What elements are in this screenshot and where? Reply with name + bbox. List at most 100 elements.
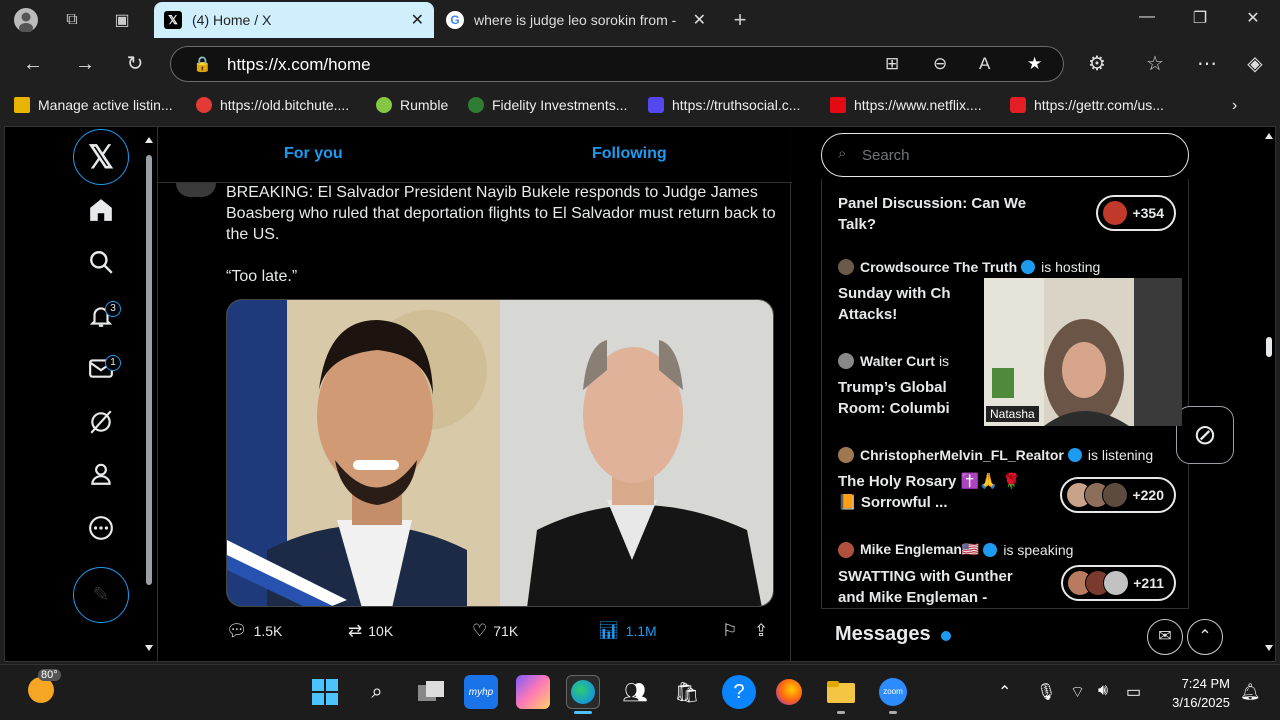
bookmark-netflix[interactable]: https://www.netflix.... xyxy=(830,97,982,113)
zoom-icon[interactable]: ⊖ xyxy=(933,54,947,74)
profile-icon[interactable] xyxy=(12,6,40,34)
file-explorer-icon[interactable] xyxy=(824,675,858,709)
volume-icon[interactable]: 🔊︎ xyxy=(1098,682,1108,700)
task-view-icon[interactable] xyxy=(414,675,448,709)
microsoft-store-icon[interactable]: 🛍︎ xyxy=(670,675,704,709)
refresh-button[interactable]: ↻ xyxy=(122,52,148,76)
new-tab-button[interactable]: + xyxy=(726,6,754,34)
scroll-up-arrow[interactable] xyxy=(1265,133,1273,139)
avatar xyxy=(838,259,854,275)
space-item[interactable]: Mike Engleman🇺🇸 is speaking SWATTING with… xyxy=(838,541,1178,608)
tweet-author-avatar[interactable] xyxy=(176,183,216,197)
tab-following[interactable]: Following xyxy=(592,145,667,163)
zoom-icon[interactable]: zoom xyxy=(876,675,910,709)
space-item[interactable]: ChristopherMelvin_FL_Realtor is listening… xyxy=(838,447,1178,513)
read-aloud-icon[interactable]: A xyxy=(979,54,990,74)
profile-icon[interactable] xyxy=(84,461,118,495)
explore-search-icon[interactable] xyxy=(84,249,118,283)
post-compose-button[interactable]: ✎ xyxy=(73,567,129,623)
space-listeners-pill[interactable]: +211 xyxy=(1061,565,1176,601)
avatar xyxy=(838,447,854,463)
extensions-icon[interactable]: ⚙ xyxy=(1084,52,1110,76)
close-tab-icon[interactable]: ✕ xyxy=(693,10,706,30)
firefox-icon[interactable] xyxy=(772,675,806,709)
tweet-image[interactable] xyxy=(226,299,774,607)
reply-button[interactable]: 💬︎ 1.5K xyxy=(226,621,282,641)
more-options-icon[interactable] xyxy=(84,515,118,549)
home-icon[interactable] xyxy=(84,197,118,231)
more-menu-icon[interactable]: ⋯ xyxy=(1194,52,1220,76)
tab-actions-icon[interactable]: ▣ xyxy=(108,6,136,34)
views-button[interactable]: 📊︎ 1.1M xyxy=(598,621,657,641)
bookmark-ebay[interactable]: Manage active listin... xyxy=(14,97,173,113)
space-listeners-pill[interactable]: +354 xyxy=(1096,195,1176,231)
grok-floating-button[interactable]: ⊘ xyxy=(1176,406,1234,464)
repost-button[interactable]: ⇄ 10K xyxy=(348,621,393,641)
space-title: SWATTING with Gunther and Mike Engleman … xyxy=(838,568,1013,606)
browser-window: ⧉ ▣ 𝕏 (4) Home / X ✕ G where is judge le… xyxy=(0,0,1280,664)
bookmark-icon xyxy=(196,97,212,113)
copilot-icon[interactable]: ◈ xyxy=(1242,52,1268,76)
restore-button[interactable]: ❐ xyxy=(1185,8,1215,28)
bookmarks-overflow-icon[interactable]: › xyxy=(1232,97,1237,115)
forward-button[interactable]: → xyxy=(72,52,98,76)
app-available-icon[interactable]: ⊞ xyxy=(885,54,899,74)
favorites-icon[interactable]: ☆ xyxy=(1142,52,1168,76)
microphone-icon[interactable]: 🎙︎ xyxy=(1036,682,1056,702)
space-item[interactable]: Panel Discussion: Can We Talk? +354 xyxy=(838,193,1178,235)
address-bar[interactable]: 🔒 https://x.com/home ⊞ ⊖ A ★ xyxy=(170,46,1064,82)
clock[interactable]: 7:24 PM 3/16/2025 xyxy=(1172,674,1230,712)
get-help-icon[interactable]: ? xyxy=(722,675,756,709)
bookmark-truthsocial[interactable]: https://truthsocial.c... xyxy=(648,97,800,113)
search-input[interactable]: ⌕ Search xyxy=(821,133,1189,177)
tab-x-home[interactable]: 𝕏 (4) Home / X ✕ xyxy=(154,2,434,38)
battery-icon[interactable]: ▭ xyxy=(1126,682,1141,702)
back-button[interactable]: ← xyxy=(20,52,46,76)
grok-icon[interactable] xyxy=(84,409,118,443)
scrollbar-thumb[interactable] xyxy=(1266,337,1272,357)
bookmark-button[interactable]: ⚐ xyxy=(722,621,743,641)
teams-icon[interactable]: 👥︎ xyxy=(618,675,652,709)
notification-center-icon[interactable]: 🔔︎ xyxy=(1240,682,1260,702)
x-logo-icon[interactable]: 𝕏 xyxy=(73,129,129,185)
navigation-bar: ← → ↻ 🔒 https://x.com/home ⊞ ⊖ A ★ ⚙ ☆ ⋯… xyxy=(0,40,1280,88)
expand-drawer-icon[interactable]: ⌃ xyxy=(1187,619,1223,655)
wifi-icon[interactable]: ⌔ xyxy=(1070,682,1085,702)
tab-google-search[interactable]: G where is judge leo sorokin from - ✕ xyxy=(436,2,716,38)
bookmark-gettr[interactable]: https://gettr.com/us... xyxy=(1010,97,1164,113)
workspaces-icon[interactable]: ⧉ xyxy=(58,6,86,34)
bookmark-rumble[interactable]: Rumble xyxy=(376,97,448,113)
edge-icon[interactable] xyxy=(566,675,600,709)
messages-title: Messages xyxy=(835,623,931,645)
show-hidden-icons-chevron[interactable]: ⌃ xyxy=(998,682,1011,702)
tab-for-you[interactable]: For you xyxy=(284,145,343,163)
weather-widget[interactable]: 80° xyxy=(24,669,61,707)
like-button[interactable]: ♡ 71K xyxy=(472,621,518,641)
start-button[interactable] xyxy=(308,675,342,709)
copilot-app-icon[interactable] xyxy=(516,675,550,709)
scroll-down-arrow[interactable] xyxy=(1265,645,1273,651)
share-button[interactable]: ⇪ xyxy=(754,621,774,641)
edge-active-indicator xyxy=(574,711,592,714)
bookmark-bitchute[interactable]: https://old.bitchute.... xyxy=(196,97,349,113)
close-window-button[interactable]: ✕ xyxy=(1238,8,1268,28)
myhp-icon[interactable]: myhp xyxy=(464,675,498,709)
scrollbar-thumb[interactable] xyxy=(146,155,152,585)
scroll-up-arrow[interactable] xyxy=(145,137,153,143)
file-explorer-indicator xyxy=(837,711,845,714)
sidebar-scrollbar[interactable] xyxy=(143,127,155,661)
space-listeners-pill[interactable]: +220 xyxy=(1060,477,1176,513)
webcam-overlay: Natasha xyxy=(984,278,1182,426)
messages-drawer[interactable]: Messages ✉ ⌃ xyxy=(819,613,1223,661)
bookmark-icon xyxy=(1010,97,1026,113)
close-tab-icon[interactable]: ✕ xyxy=(411,10,424,30)
grok-icon: ⊘ xyxy=(1193,419,1217,450)
minimize-button[interactable]: — xyxy=(1132,8,1162,26)
new-message-icon[interactable]: ✉ xyxy=(1147,619,1183,655)
bookmark-fidelity[interactable]: Fidelity Investments... xyxy=(468,97,627,113)
x-logo-icon: 𝕏 xyxy=(164,11,182,29)
favorite-star-icon[interactable]: ★ xyxy=(1027,54,1042,74)
page-scrollbar[interactable] xyxy=(1263,127,1275,661)
search-icon[interactable]: ⌕ xyxy=(360,675,394,709)
scroll-down-arrow[interactable] xyxy=(145,645,153,651)
